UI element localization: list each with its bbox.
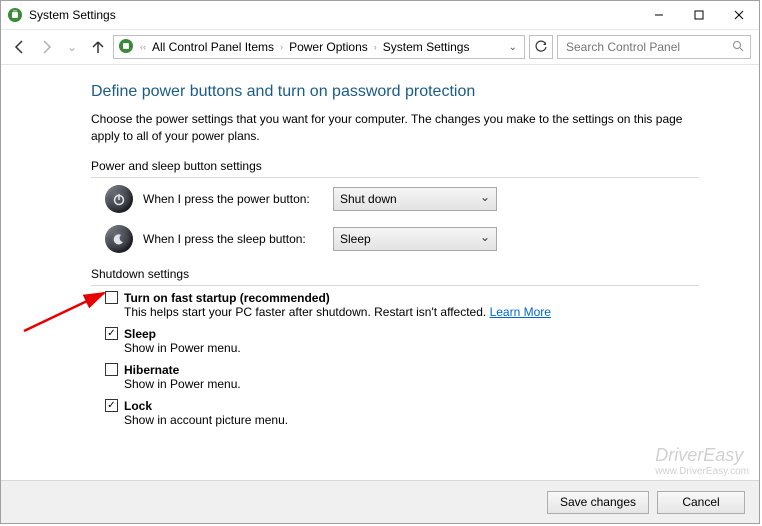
lock-item: Lock Show in account picture menu. — [105, 399, 699, 427]
page-heading: Define power buttons and turn on passwor… — [91, 83, 699, 101]
address-dropdown-icon[interactable]: ⌄ — [506, 42, 520, 53]
window: System Settings ⌄ — [0, 0, 760, 524]
lock-label: Lock — [124, 399, 152, 413]
content-area: Define power buttons and turn on passwor… — [1, 65, 759, 480]
sleep-button-combo[interactable]: Sleep — [333, 227, 497, 251]
chevron-right-icon: › — [278, 42, 285, 52]
minimize-button[interactable] — [639, 1, 679, 29]
search-input[interactable] — [564, 39, 732, 55]
sleep-checkbox[interactable] — [105, 327, 118, 340]
sleep-icon — [105, 225, 133, 253]
back-button[interactable] — [9, 36, 31, 58]
sleep-label: Sleep — [124, 327, 156, 341]
breadcrumb-item[interactable]: System Settings — [383, 40, 470, 54]
window-title: System Settings — [29, 8, 639, 22]
hibernate-label: Hibernate — [124, 363, 179, 377]
refresh-button[interactable] — [529, 35, 553, 59]
learn-more-link[interactable]: Learn More — [490, 305, 551, 319]
lock-desc: Show in account picture menu. — [124, 413, 699, 427]
forward-button[interactable] — [35, 36, 57, 58]
fast-startup-item: Turn on fast startup (recommended) This … — [105, 291, 699, 319]
power-icon — [105, 185, 133, 213]
power-button-row: When I press the power button: Shut down — [105, 185, 699, 213]
hibernate-desc: Show in Power menu. — [124, 377, 699, 391]
sleep-button-row: When I press the sleep button: Sleep — [105, 225, 699, 253]
breadcrumb-item[interactable]: All Control Panel Items — [152, 40, 274, 54]
sleep-button-label: When I press the sleep button: — [143, 232, 323, 246]
footer: Save changes Cancel — [1, 480, 759, 523]
address-bar[interactable]: ‹‹ All Control Panel Items › Power Optio… — [113, 35, 525, 59]
control-panel-icon — [118, 38, 134, 57]
sleep-desc: Show in Power menu. — [124, 341, 699, 355]
fast-startup-label: Turn on fast startup (recommended) — [124, 291, 330, 305]
shutdown-settings-list: Turn on fast startup (recommended) This … — [105, 291, 699, 427]
lock-checkbox[interactable] — [105, 399, 118, 412]
sleep-item: Sleep Show in Power menu. — [105, 327, 699, 355]
power-button-combo[interactable]: Shut down — [333, 187, 497, 211]
section-shutdown: Shutdown settings — [91, 267, 699, 281]
breadcrumb-item[interactable]: Power Options — [289, 40, 368, 54]
search-icon — [732, 40, 744, 55]
maximize-button[interactable] — [679, 1, 719, 29]
chevron-right-icon: › — [372, 42, 379, 52]
power-button-label: When I press the power button: — [143, 192, 323, 206]
chevron-icon: ‹‹ — [138, 42, 148, 52]
titlebar: System Settings — [1, 1, 759, 30]
page-intro: Choose the power settings that you want … — [91, 111, 699, 145]
close-button[interactable] — [719, 1, 759, 29]
section-power-sleep: Power and sleep button settings — [91, 159, 699, 173]
fast-startup-checkbox[interactable] — [105, 291, 118, 304]
recent-locations-button[interactable]: ⌄ — [61, 36, 83, 58]
cancel-button[interactable]: Cancel — [657, 491, 745, 514]
search-box[interactable] — [557, 35, 751, 59]
app-icon — [7, 7, 23, 23]
toolbar: ⌄ ‹‹ All Control Panel Items › Power Opt… — [1, 30, 759, 65]
up-button[interactable] — [87, 36, 109, 58]
fast-startup-desc: This helps start your PC faster after sh… — [124, 305, 699, 319]
save-changes-button[interactable]: Save changes — [547, 491, 649, 514]
watermark: DriverEasy www.DriverEasy.com — [655, 445, 749, 477]
hibernate-checkbox[interactable] — [105, 363, 118, 376]
hibernate-item: Hibernate Show in Power menu. — [105, 363, 699, 391]
